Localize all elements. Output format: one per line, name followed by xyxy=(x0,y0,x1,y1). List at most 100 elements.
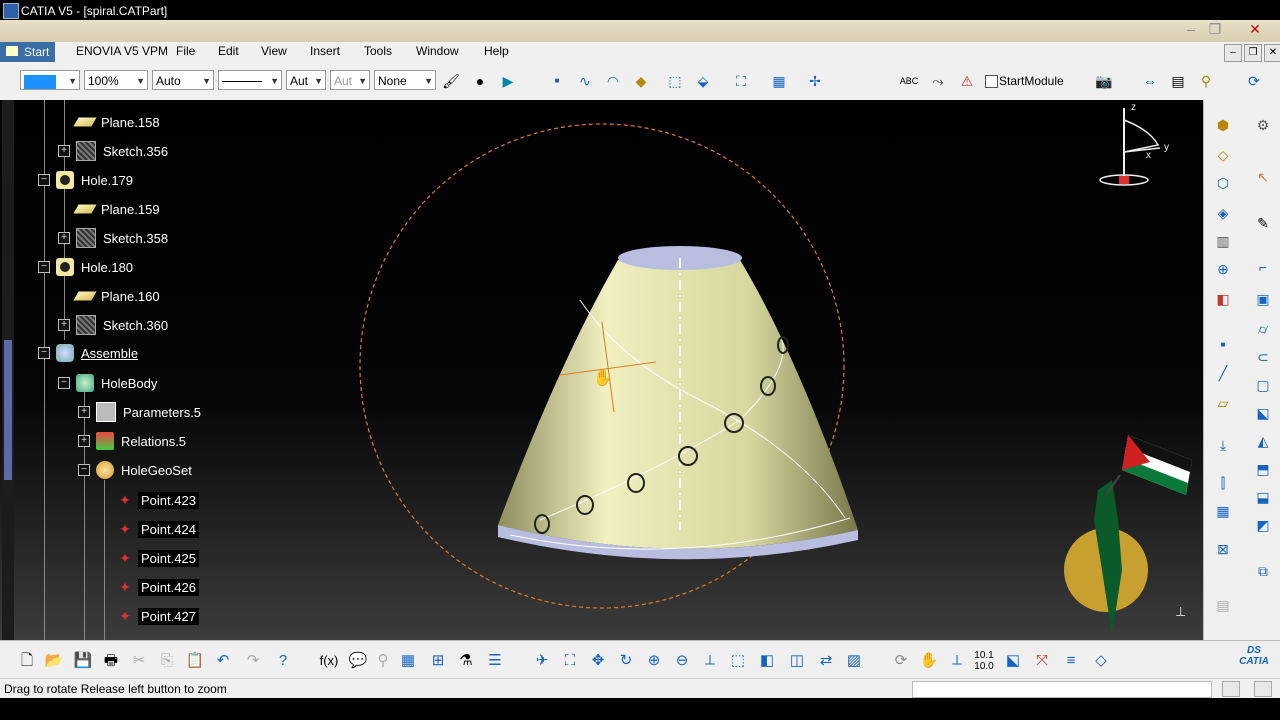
tree-node-sketch-360[interactable]: + Sketch.360 xyxy=(58,314,171,336)
collapse-toggle[interactable]: − xyxy=(38,261,50,273)
copy-icon[interactable]: ⎘ xyxy=(156,650,178,672)
measure-icon[interactable]: ⤳ xyxy=(928,71,948,91)
menu-start[interactable]: Start xyxy=(0,42,56,62)
scrollbar-thumb[interactable] xyxy=(4,340,12,480)
layer-filter-icon[interactable]: ◇ xyxy=(1090,650,1112,672)
plane-tool-icon[interactable]: ◆ xyxy=(631,71,651,91)
pan-icon[interactable]: ✥ xyxy=(587,650,609,672)
tree-node-parameters[interactable]: + Parameters.5 xyxy=(78,401,204,423)
law-icon[interactable]: ⊞ xyxy=(427,650,449,672)
tree-node-plane-158[interactable]: Plane.158 xyxy=(73,111,163,133)
refresh-icon[interactable]: ⟳ xyxy=(890,650,912,672)
line-tool-icon[interactable]: ╱ xyxy=(1212,362,1234,384)
zoom-in-icon[interactable]: ⊕ xyxy=(643,650,665,672)
list-icon[interactable]: ☰ xyxy=(484,650,506,672)
close-button[interactable]: ✕ xyxy=(1244,20,1266,38)
update-icon[interactable]: ⟳ xyxy=(1244,71,1264,91)
expand-toggle[interactable]: + xyxy=(58,319,70,331)
settings-icon[interactable]: ⚙ xyxy=(1252,114,1274,136)
table-icon[interactable]: ▥ xyxy=(1212,230,1234,252)
apply-material-icon[interactable]: ⬕ xyxy=(1002,650,1024,672)
layers-icon[interactable]: ≡ xyxy=(1060,650,1082,672)
save-icon[interactable]: 💾 xyxy=(72,650,94,672)
compass-tool-icon[interactable]: ✢ xyxy=(805,71,825,91)
axis-tool-icon[interactable]: ⟂ xyxy=(946,650,968,672)
boolean-icon[interactable]: ◧ xyxy=(1212,288,1234,310)
camera-icon[interactable]: 📷 xyxy=(1094,71,1114,91)
color-combo[interactable]: ▼ xyxy=(20,70,80,90)
comment-icon[interactable]: 💬 xyxy=(347,650,369,672)
frame-icon[interactable]: ▣ xyxy=(1252,288,1274,310)
line-type-combo[interactable]: ▼ xyxy=(218,70,282,90)
tree-node-hole-180[interactable]: − Hole.180 xyxy=(38,256,136,278)
knowledge-inspector-icon[interactable]: ⚗ xyxy=(455,650,477,672)
multi-result-icon[interactable]: ⧉ xyxy=(1252,560,1274,582)
expand-toggle[interactable]: + xyxy=(58,145,70,157)
menu-file[interactable]: File xyxy=(176,44,195,58)
menu-help[interactable]: Help xyxy=(484,44,509,58)
zoom-out-icon[interactable]: ⊖ xyxy=(671,650,693,672)
3d-viewport[interactable]: ✋ z x y ⟂ Plane.158 + Sketch.356 − Hole.… xyxy=(0,100,1203,640)
rib-icon[interactable]: ◈ xyxy=(1212,202,1234,224)
select-arrow-icon[interactable]: ↖ xyxy=(1252,166,1274,188)
doc-restore-button[interactable]: ❐ xyxy=(1244,44,1262,62)
tree-node-point-427[interactable]: ✦ Point.427 xyxy=(116,605,199,627)
spell-check-icon[interactable]: ABC xyxy=(899,71,919,91)
compass-widget[interactable]: z x y xyxy=(1099,102,1169,186)
expand-toggle[interactable]: + xyxy=(58,232,70,244)
spline-icon[interactable]: ∿ xyxy=(575,71,595,91)
minimize-button[interactable]: – xyxy=(1180,20,1202,38)
point-type-combo[interactable]: Aut ▼ xyxy=(286,70,326,90)
split-icon[interactable]: ⫿ xyxy=(1212,472,1234,494)
plane-tool-icon[interactable]: ▱ xyxy=(1212,392,1234,414)
tree-node-point-425[interactable]: ✦ Point.425 xyxy=(116,547,199,569)
layer-aut-combo[interactable]: Aut ▼ xyxy=(330,70,370,90)
startmodule-checkbox[interactable] xyxy=(985,75,998,88)
disabled-tool-icon[interactable]: ▤ xyxy=(1212,594,1234,616)
point-tool-icon[interactable]: ■ xyxy=(1212,334,1234,356)
measure-distance-icon[interactable]: 10.1 10.0 xyxy=(973,650,995,672)
whats-this-icon[interactable]: ? xyxy=(272,650,294,672)
trim-icon[interactable]: ⬓ xyxy=(1252,486,1274,508)
status-button-left[interactable] xyxy=(1222,681,1240,697)
rule-icon[interactable]: ⚲ xyxy=(372,650,394,672)
status-button-right[interactable] xyxy=(1254,681,1272,697)
normal-view-icon[interactable]: ⟂ xyxy=(699,650,721,672)
fit-all-icon[interactable]: ⛶ xyxy=(731,71,751,91)
grid-icon[interactable]: ▦ xyxy=(769,71,789,91)
quick-view-icon[interactable]: ⬚ xyxy=(727,650,749,672)
line-thickness-combo[interactable]: Auto ▼ xyxy=(152,70,214,90)
tree-node-point-423[interactable]: ✦ Point.423 xyxy=(116,489,199,511)
join-icon[interactable]: ◩ xyxy=(1252,514,1274,536)
menu-enovia[interactable]: ENOVIA V5 VPM xyxy=(76,44,168,58)
offset-icon[interactable]: ▢ xyxy=(1252,374,1274,396)
tree-node-relations[interactable]: + Relations.5 xyxy=(78,430,189,452)
new-file-icon[interactable]: 🗋 xyxy=(16,650,38,672)
tree-node-plane-160[interactable]: Plane.160 xyxy=(73,285,163,307)
pocket-tool-icon[interactable]: ◇ xyxy=(1212,144,1234,166)
fill-icon[interactable]: ⬒ xyxy=(1252,458,1274,480)
extrude-icon[interactable]: ⬕ xyxy=(1252,402,1274,424)
transparency-combo[interactable]: 100% ▼ xyxy=(84,70,148,90)
tree-node-sketch-358[interactable]: + Sketch.358 xyxy=(58,227,171,249)
swap-icon[interactable]: ⇔ xyxy=(1140,71,1160,91)
menu-window[interactable]: Window xyxy=(416,44,459,58)
target-icon[interactable]: ⊕ xyxy=(1212,258,1234,280)
scale-icon[interactable]: ⤧ xyxy=(1031,650,1053,672)
fit-all-in-icon[interactable]: ⛶ xyxy=(559,650,581,672)
sweep-icon[interactable]: ⊂ xyxy=(1252,346,1274,368)
design-table-icon[interactable]: ▦ xyxy=(397,650,419,672)
redo-icon[interactable]: ↷ xyxy=(242,650,264,672)
menu-view[interactable]: View xyxy=(261,44,287,58)
revolve-icon[interactable]: ◭ xyxy=(1252,430,1274,452)
project-icon[interactable]: ⤓ xyxy=(1212,434,1234,456)
shaft-icon[interactable]: ⬡ xyxy=(1212,172,1234,194)
materials-icon[interactable]: ▨ xyxy=(843,650,865,672)
formula-icon[interactable]: f(x) xyxy=(318,650,340,672)
tree-node-hole-179[interactable]: − Hole.179 xyxy=(38,169,136,191)
sketcher-icon[interactable]: ✎ xyxy=(1252,212,1274,234)
menu-insert[interactable]: Insert xyxy=(310,44,340,58)
catalog-icon[interactable]: ▤ xyxy=(1168,71,1188,91)
expand-arrow-icon[interactable]: ▶ xyxy=(498,71,518,91)
open-file-icon[interactable]: 📂 xyxy=(43,650,65,672)
